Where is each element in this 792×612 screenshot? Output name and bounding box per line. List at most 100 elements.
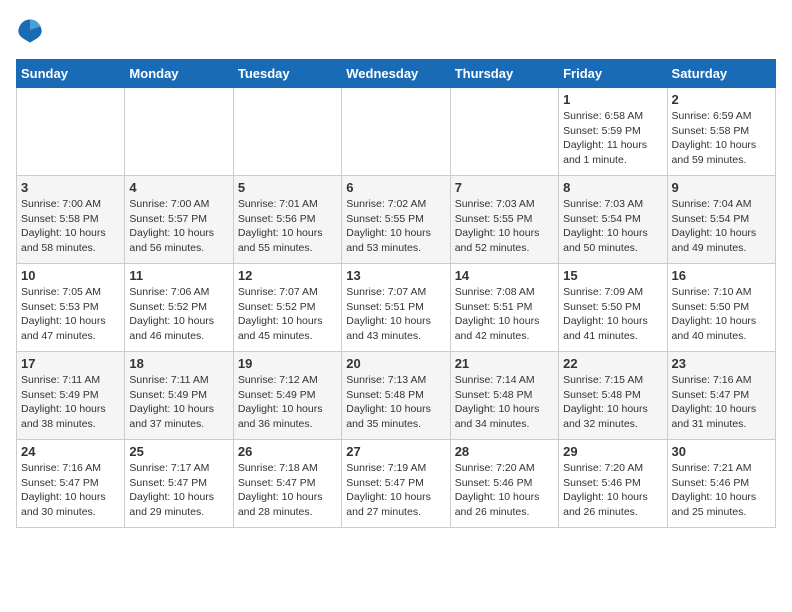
calendar-cell: 8Sunrise: 7:03 AM Sunset: 5:54 PM Daylig… xyxy=(559,176,667,264)
day-number: 25 xyxy=(129,444,228,459)
calendar-cell: 29 Sunrise: 7:20 AM Sunset: 5:46 PM Dayli… xyxy=(559,440,667,528)
day-info: Sunrise: 7:11 AM Sunset: 5:49 PM Dayligh… xyxy=(21,373,120,432)
day-number: 24 xyxy=(21,444,120,459)
calendar-cell: 14 Sunrise: 7:08 AM Sunset: 5:51 PM Dayli… xyxy=(450,264,558,352)
calendar-cell: 28 Sunrise: 7:20 AM Sunset: 5:46 PM Dayli… xyxy=(450,440,558,528)
calendar-cell: 17 Sunrise: 7:11 AM Sunset: 5:49 PM Dayli… xyxy=(17,352,125,440)
calendar-cell: 9 Sunrise: 7:04 AM Sunset: 5:54 PM Daylig… xyxy=(667,176,775,264)
day-of-week-header: Wednesday xyxy=(342,60,450,88)
calendar-cell: 2 Sunrise: 6:59 AM Sunset: 5:58 PM Daylig… xyxy=(667,88,775,176)
day-of-week-header: Tuesday xyxy=(233,60,341,88)
calendar-cell: 25Sunrise: 7:17 AM Sunset: 5:47 PM Dayli… xyxy=(125,440,233,528)
day-info: Sunrise: 6:58 AM Sunset: 5:59 PM Dayligh… xyxy=(563,109,662,168)
day-info: Sunrise: 7:02 AM Sunset: 5:55 PM Dayligh… xyxy=(346,197,445,256)
day-info: Sunrise: 7:11 AM Sunset: 5:49 PM Dayligh… xyxy=(129,373,228,432)
day-number: 22 xyxy=(563,356,662,371)
calendar-week-row: 10 Sunrise: 7:05 AM Sunset: 5:53 PM Dayli… xyxy=(17,264,776,352)
day-info: Sunrise: 7:18 AM Sunset: 5:47 PM Dayligh… xyxy=(238,461,337,520)
calendar-cell: 15 Sunrise: 7:09 AM Sunset: 5:50 PM Dayli… xyxy=(559,264,667,352)
day-number: 16 xyxy=(672,268,771,283)
calendar-cell: 10 Sunrise: 7:05 AM Sunset: 5:53 PM Dayli… xyxy=(17,264,125,352)
day-info: Sunrise: 7:04 AM Sunset: 5:54 PM Dayligh… xyxy=(672,197,771,256)
calendar-cell xyxy=(342,88,450,176)
day-number: 1 xyxy=(563,92,662,107)
day-info: Sunrise: 7:00 AM Sunset: 5:58 PM Dayligh… xyxy=(21,197,120,256)
day-number: 15 xyxy=(563,268,662,283)
day-info: Sunrise: 7:14 AM Sunset: 5:48 PM Dayligh… xyxy=(455,373,554,432)
day-info: Sunrise: 7:00 AM Sunset: 5:57 PM Dayligh… xyxy=(129,197,228,256)
calendar-table: SundayMondayTuesdayWednesdayThursdayFrid… xyxy=(16,59,776,528)
calendar-cell xyxy=(17,88,125,176)
day-number: 18 xyxy=(129,356,228,371)
calendar-cell xyxy=(233,88,341,176)
day-number: 26 xyxy=(238,444,337,459)
day-number: 13 xyxy=(346,268,445,283)
calendar-week-row: 3 Sunrise: 7:00 AM Sunset: 5:58 PM Daylig… xyxy=(17,176,776,264)
day-info: Sunrise: 7:01 AM Sunset: 5:56 PM Dayligh… xyxy=(238,197,337,256)
calendar-cell xyxy=(450,88,558,176)
day-info: Sunrise: 7:19 AM Sunset: 5:47 PM Dayligh… xyxy=(346,461,445,520)
day-number: 17 xyxy=(21,356,120,371)
calendar-cell: 23 Sunrise: 7:16 AM Sunset: 5:47 PM Dayli… xyxy=(667,352,775,440)
day-number: 27 xyxy=(346,444,445,459)
day-info: Sunrise: 7:09 AM Sunset: 5:50 PM Dayligh… xyxy=(563,285,662,344)
day-info: Sunrise: 7:20 AM Sunset: 5:46 PM Dayligh… xyxy=(455,461,554,520)
calendar-cell: 4 Sunrise: 7:00 AM Sunset: 5:57 PM Daylig… xyxy=(125,176,233,264)
calendar-cell: 20 Sunrise: 7:13 AM Sunset: 5:48 PM Dayli… xyxy=(342,352,450,440)
day-of-week-header: Saturday xyxy=(667,60,775,88)
calendar-cell: 21 Sunrise: 7:14 AM Sunset: 5:48 PM Dayli… xyxy=(450,352,558,440)
logo-icon xyxy=(16,16,44,44)
day-number: 3 xyxy=(21,180,120,195)
day-info: Sunrise: 7:07 AM Sunset: 5:52 PM Dayligh… xyxy=(238,285,337,344)
day-info: Sunrise: 7:16 AM Sunset: 5:47 PM Dayligh… xyxy=(672,373,771,432)
day-number: 2 xyxy=(672,92,771,107)
day-number: 23 xyxy=(672,356,771,371)
day-number: 28 xyxy=(455,444,554,459)
day-info: Sunrise: 6:59 AM Sunset: 5:58 PM Dayligh… xyxy=(672,109,771,168)
page-header xyxy=(16,16,776,49)
calendar-cell: 19 Sunrise: 7:12 AM Sunset: 5:49 PM Dayli… xyxy=(233,352,341,440)
calendar-cell: 1 Sunrise: 6:58 AM Sunset: 5:59 PM Daylig… xyxy=(559,88,667,176)
day-number: 12 xyxy=(238,268,337,283)
day-of-week-header: Sunday xyxy=(17,60,125,88)
day-of-week-header: Monday xyxy=(125,60,233,88)
day-number: 7 xyxy=(455,180,554,195)
day-number: 20 xyxy=(346,356,445,371)
calendar-cell: 22 Sunrise: 7:15 AM Sunset: 5:48 PM Dayli… xyxy=(559,352,667,440)
calendar-cell: 27 Sunrise: 7:19 AM Sunset: 5:47 PM Dayli… xyxy=(342,440,450,528)
calendar-cell: 18 Sunrise: 7:11 AM Sunset: 5:49 PM Dayli… xyxy=(125,352,233,440)
day-number: 19 xyxy=(238,356,337,371)
day-number: 4 xyxy=(129,180,228,195)
day-info: Sunrise: 7:07 AM Sunset: 5:51 PM Dayligh… xyxy=(346,285,445,344)
calendar-header-row: SundayMondayTuesdayWednesdayThursdayFrid… xyxy=(17,60,776,88)
calendar-week-row: 17 Sunrise: 7:11 AM Sunset: 5:49 PM Dayli… xyxy=(17,352,776,440)
calendar-cell: 12 Sunrise: 7:07 AM Sunset: 5:52 PM Dayli… xyxy=(233,264,341,352)
calendar-cell: 26 Sunrise: 7:18 AM Sunset: 5:47 PM Dayli… xyxy=(233,440,341,528)
day-number: 14 xyxy=(455,268,554,283)
day-info: Sunrise: 7:03 AM Sunset: 5:54 PM Dayligh… xyxy=(563,197,662,256)
calendar-week-row: 1 Sunrise: 6:58 AM Sunset: 5:59 PM Daylig… xyxy=(17,88,776,176)
day-number: 10 xyxy=(21,268,120,283)
calendar-cell: 7Sunrise: 7:03 AM Sunset: 5:55 PM Daylig… xyxy=(450,176,558,264)
day-info: Sunrise: 7:06 AM Sunset: 5:52 PM Dayligh… xyxy=(129,285,228,344)
day-info: Sunrise: 7:21 AM Sunset: 5:46 PM Dayligh… xyxy=(672,461,771,520)
day-info: Sunrise: 7:15 AM Sunset: 5:48 PM Dayligh… xyxy=(563,373,662,432)
day-info: Sunrise: 7:08 AM Sunset: 5:51 PM Dayligh… xyxy=(455,285,554,344)
logo xyxy=(16,16,46,49)
day-info: Sunrise: 7:16 AM Sunset: 5:47 PM Dayligh… xyxy=(21,461,120,520)
calendar-cell: 24 Sunrise: 7:16 AM Sunset: 5:47 PM Dayli… xyxy=(17,440,125,528)
day-info: Sunrise: 7:20 AM Sunset: 5:46 PM Dayligh… xyxy=(563,461,662,520)
day-number: 29 xyxy=(563,444,662,459)
day-info: Sunrise: 7:10 AM Sunset: 5:50 PM Dayligh… xyxy=(672,285,771,344)
calendar-cell: 13 Sunrise: 7:07 AM Sunset: 5:51 PM Dayli… xyxy=(342,264,450,352)
day-number: 11 xyxy=(129,268,228,283)
day-of-week-header: Friday xyxy=(559,60,667,88)
calendar-cell: 5Sunrise: 7:01 AM Sunset: 5:56 PM Daylig… xyxy=(233,176,341,264)
day-number: 21 xyxy=(455,356,554,371)
calendar-cell: 3 Sunrise: 7:00 AM Sunset: 5:58 PM Daylig… xyxy=(17,176,125,264)
calendar-cell: 6Sunrise: 7:02 AM Sunset: 5:55 PM Daylig… xyxy=(342,176,450,264)
day-info: Sunrise: 7:12 AM Sunset: 5:49 PM Dayligh… xyxy=(238,373,337,432)
day-info: Sunrise: 7:13 AM Sunset: 5:48 PM Dayligh… xyxy=(346,373,445,432)
day-info: Sunrise: 7:05 AM Sunset: 5:53 PM Dayligh… xyxy=(21,285,120,344)
day-number: 9 xyxy=(672,180,771,195)
